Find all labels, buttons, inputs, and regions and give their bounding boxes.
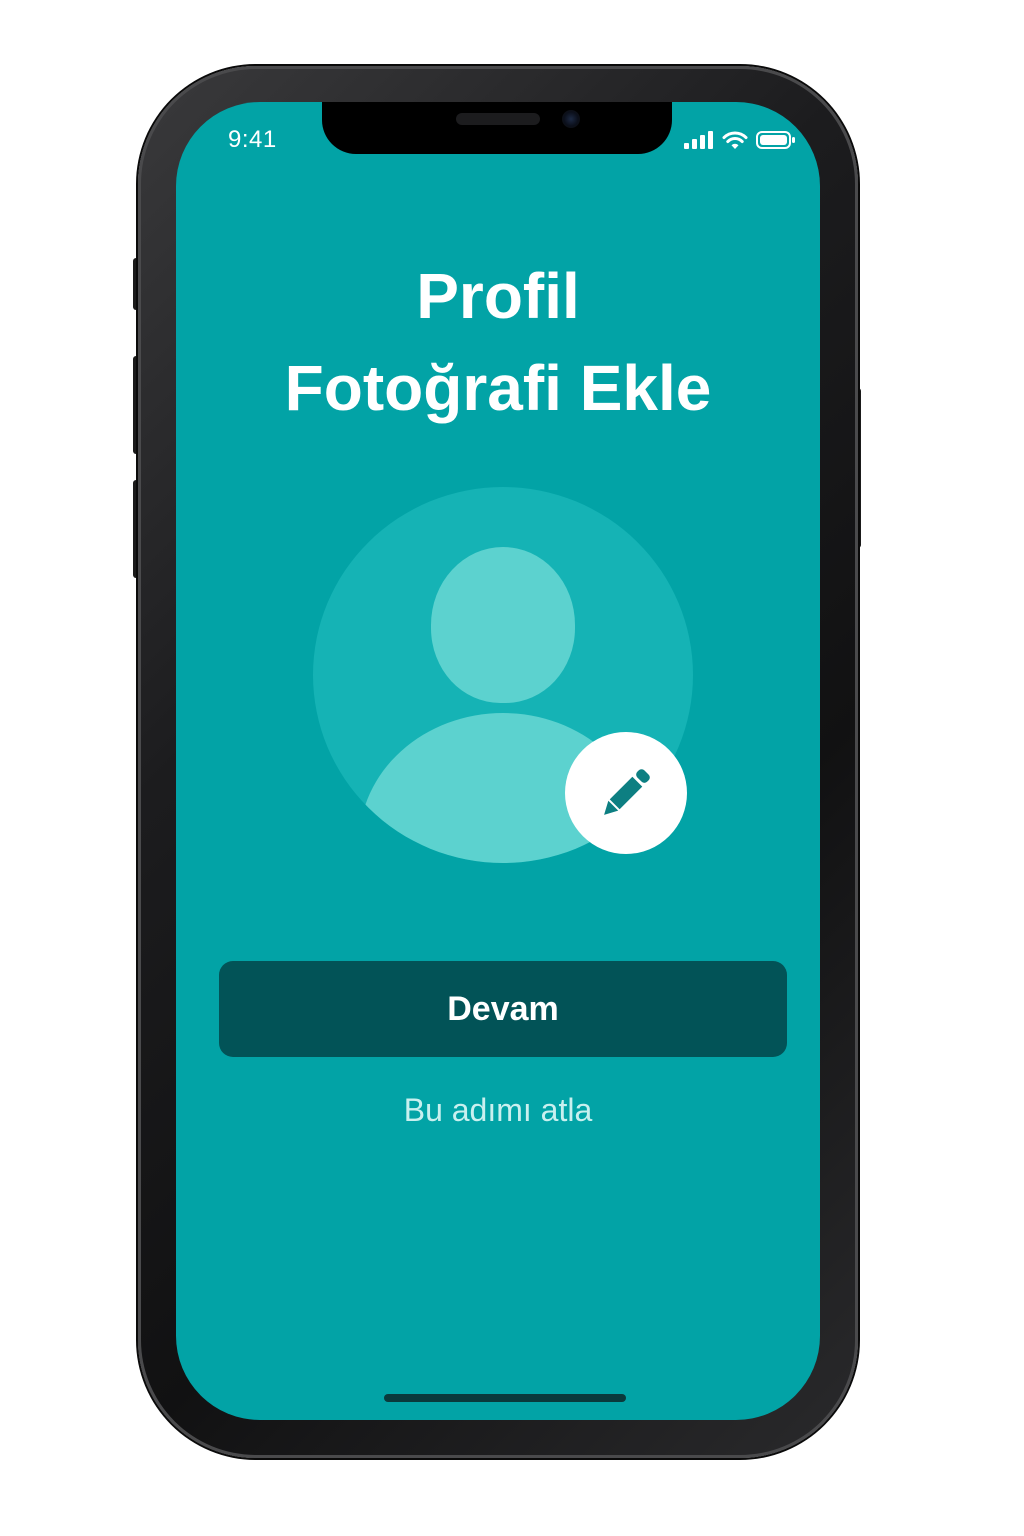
status-icons [684,128,796,152]
wifi-icon [722,131,748,149]
home-indicator[interactable] [384,1394,626,1402]
edit-photo-button[interactable] [565,732,687,854]
page-title-line2: Fotoğrafi Ekle [284,352,712,424]
page-title-line1: Profil [416,260,580,332]
phone-screen: 9:41 Profil Fotoğrafi Ekle Devam Bu adım… [176,102,820,1420]
notch [322,102,672,154]
avatar-head [431,547,575,703]
status-time: 9:41 [228,126,277,153]
earpiece-speaker [456,113,540,125]
page-title: Profil Fotoğrafi Ekle [176,250,820,434]
battery-icon [756,131,795,149]
pencil-icon [604,769,650,815]
front-camera [562,110,580,128]
skip-step-link[interactable]: Bu adımı atla [176,1092,820,1129]
continue-button[interactable]: Devam [219,961,787,1057]
cellular-signal-icon [684,131,713,149]
